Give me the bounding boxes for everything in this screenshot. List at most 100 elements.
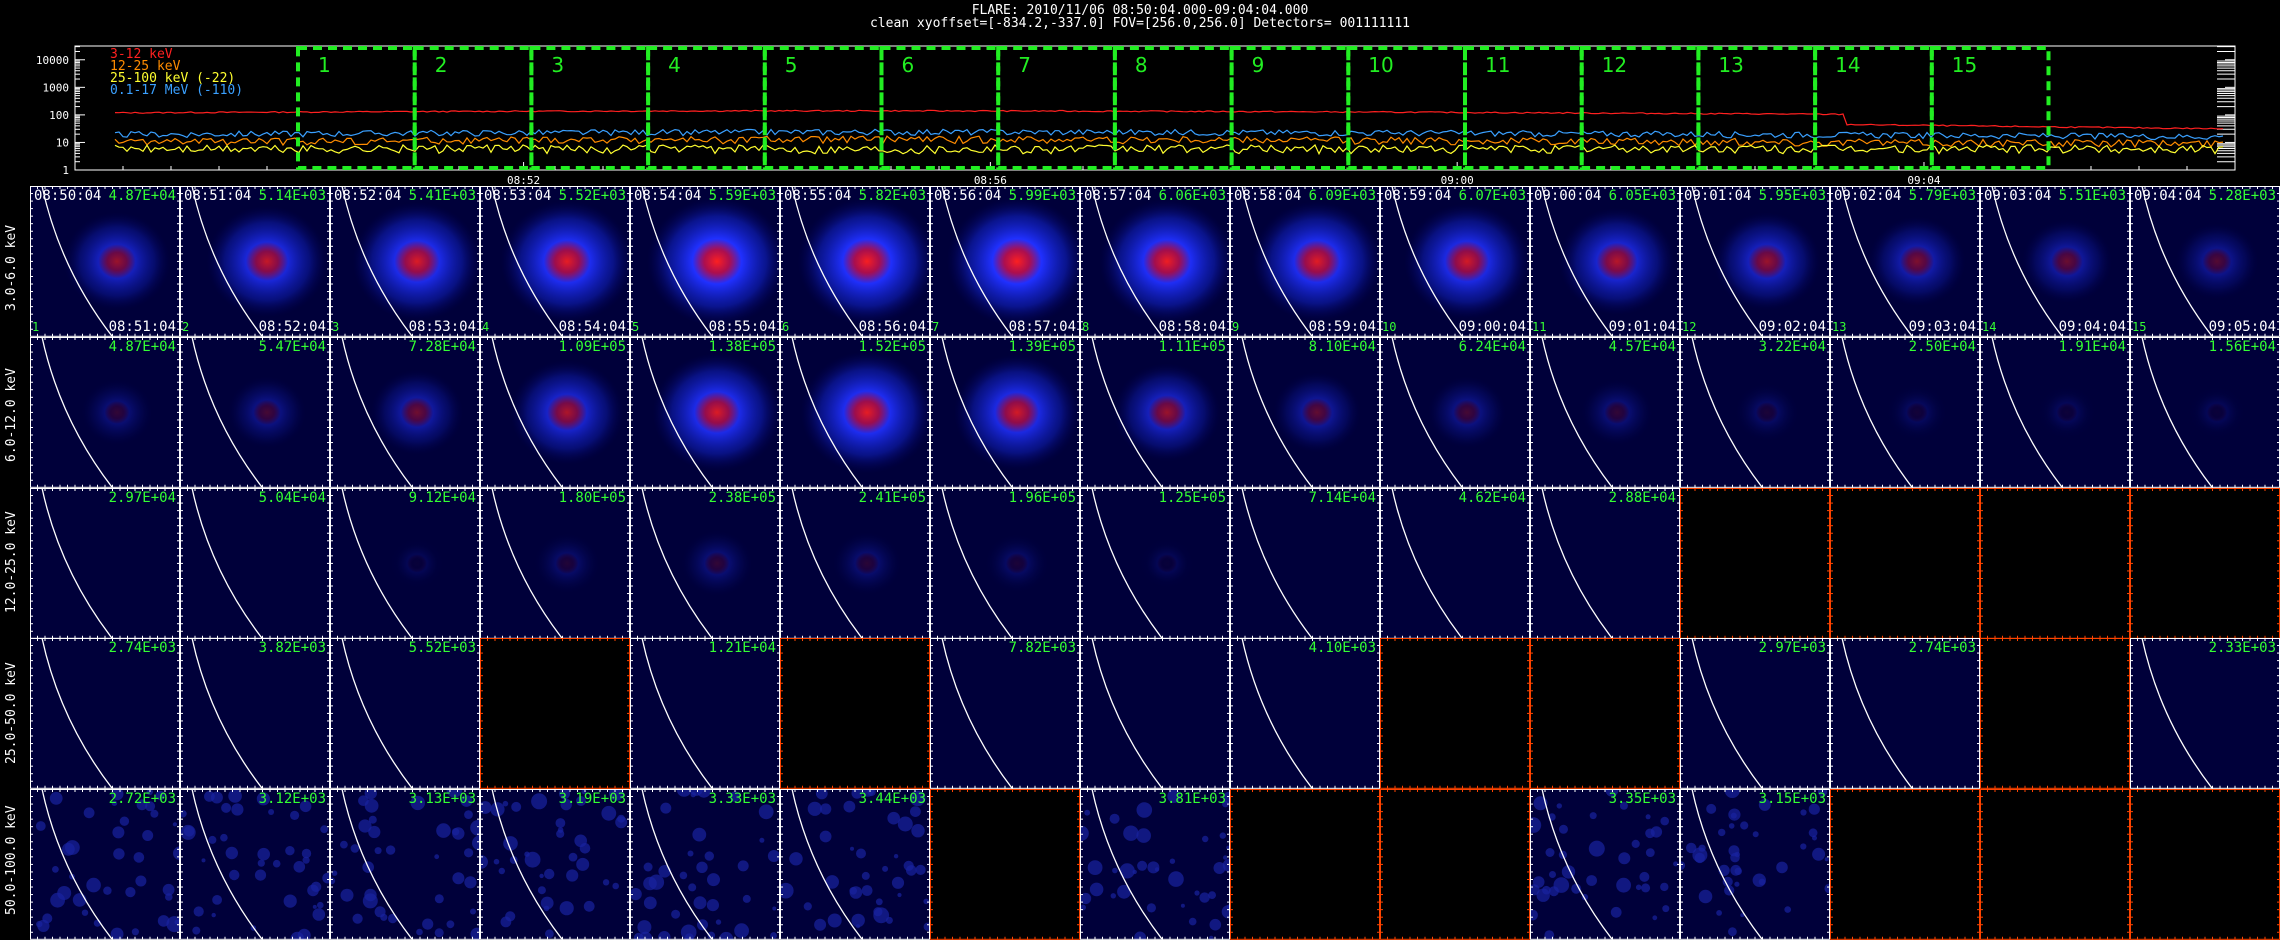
- interval-index: 12: [1682, 319, 1697, 334]
- interval-index: 3: [332, 319, 340, 334]
- peak-value: 4.10E+03: [1308, 640, 1376, 657]
- solar-image: [180, 186, 330, 337]
- solar-image: [180, 336, 330, 488]
- solar-image: [480, 638, 630, 790]
- peak-value: 2.74E+03: [108, 640, 176, 657]
- peak-value: 5.14E+03: [258, 188, 326, 204]
- solar-image: [930, 789, 1080, 940]
- image-cell: 3.19E+03: [480, 789, 630, 940]
- peak-value: 6.07E+03: [1458, 188, 1526, 204]
- interval-index: 15: [2132, 319, 2147, 334]
- solar-image: [1230, 186, 1380, 337]
- peak-value: 2.38E+05: [708, 489, 776, 506]
- solar-image: [180, 638, 330, 790]
- peak-value: 3.44E+03: [858, 791, 926, 808]
- peak-value: 5.41E+03: [408, 188, 476, 204]
- peak-value: 2.88E+04: [1608, 489, 1676, 506]
- interval-box: [1579, 46, 1701, 170]
- peak-value: 8.10E+04: [1308, 338, 1376, 355]
- solar-image: [1830, 186, 1980, 337]
- image-cell: 5.28E+03 09:04:04 09:05:04 15: [2130, 186, 2280, 337]
- interval-label: 1: [318, 53, 331, 77]
- y-tick-label: 10: [56, 136, 69, 149]
- image-cell: [1980, 789, 2130, 940]
- image-cell: 2.38E+05: [630, 487, 780, 639]
- solar-image: [1230, 789, 1380, 940]
- image-cell: [1380, 789, 1530, 940]
- image-cell: [780, 638, 930, 790]
- peak-value: 5.52E+03: [558, 188, 626, 204]
- solar-image: [1080, 487, 1230, 639]
- solar-image: [2130, 487, 2280, 639]
- energy-band-label: 25.0-50.0 keV: [4, 662, 19, 764]
- image-cell: 3.15E+03: [1680, 789, 1830, 940]
- solar-image: [1080, 638, 1230, 790]
- image-cell: [1080, 638, 1230, 790]
- peak-value: 1.09E+05: [558, 338, 626, 355]
- interval-end-time: 09:05:04: [2208, 318, 2276, 335]
- interval-start-time: 09:01:04: [1684, 188, 1752, 204]
- energy-band-label: 3.0-6.0 keV: [4, 225, 19, 312]
- image-cell: 7.14E+04: [1230, 487, 1380, 639]
- interval-index: 5: [632, 319, 640, 334]
- solar-image: [2130, 638, 2280, 790]
- image-cell: [1830, 487, 1980, 639]
- interval-index: 2: [182, 319, 190, 334]
- image-cell: [1530, 638, 1680, 790]
- solar-image: [330, 487, 480, 639]
- interval-box: [1696, 46, 1818, 170]
- image-cell: 4.10E+03: [1230, 638, 1380, 790]
- image-cell: 3.22E+04: [1680, 336, 1830, 488]
- image-cell: 3.33E+03: [630, 789, 780, 940]
- peak-value: 3.82E+03: [258, 640, 326, 657]
- interval-start-time: 08:51:04: [184, 188, 252, 204]
- peak-value: 7.14E+04: [1308, 489, 1376, 506]
- solar-image: [780, 487, 930, 639]
- solar-image: [1680, 638, 1830, 790]
- interval-label: 8: [1135, 53, 1148, 77]
- solar-image: [630, 487, 780, 639]
- image-cell: 1.21E+04: [630, 638, 780, 790]
- lightcurve-trace: [114, 128, 2224, 141]
- interval-index: 7: [932, 319, 940, 334]
- image-cell: 5.59E+03 08:54:04 08:55:04 5: [630, 186, 780, 337]
- peak-value: 3.15E+03: [1758, 791, 1826, 808]
- peak-value: 5.79E+03: [1908, 188, 1976, 204]
- image-cell: 3.12E+03: [180, 789, 330, 940]
- image-cell: 6.05E+03 09:00:04 09:01:04 11: [1530, 186, 1680, 337]
- solar-image: [480, 487, 630, 639]
- image-cell: 1.25E+05: [1080, 487, 1230, 639]
- image-cell: 5.14E+03 08:51:04 08:52:04 2: [180, 186, 330, 337]
- image-cell: 5.52E+03: [330, 638, 480, 790]
- image-cell: 6.24E+04: [1380, 336, 1530, 488]
- peak-value: 5.52E+03: [408, 640, 476, 657]
- interval-end-time: 08:56:04: [858, 318, 926, 335]
- peak-value: 5.51E+03: [2058, 188, 2126, 204]
- solar-image: [1380, 487, 1530, 639]
- interval-end-time: 09:02:04: [1758, 318, 1826, 335]
- interval-start-time: 08:55:04: [784, 188, 852, 204]
- peak-value: 1.39E+05: [1008, 338, 1076, 355]
- peak-value: 5.95E+03: [1758, 188, 1826, 204]
- peak-value: 2.72E+03: [108, 791, 176, 808]
- solar-image: [2130, 186, 2280, 337]
- image-cell: 3.35E+03: [1530, 789, 1680, 940]
- solar-image: [1830, 487, 1980, 639]
- solar-image: [930, 638, 1080, 790]
- interval-index: 10: [1382, 319, 1397, 334]
- solar-image: [630, 789, 780, 940]
- lightcurve-trace: [114, 109, 2224, 130]
- peak-value: 5.28E+03: [2208, 188, 2276, 204]
- interval-box: [996, 46, 1117, 170]
- peak-value: 1.11E+05: [1158, 338, 1226, 355]
- image-cell: 8.10E+04: [1230, 336, 1380, 488]
- energy-band-label: 6.0-12.0 keV: [4, 368, 19, 463]
- image-cell: 1.39E+05: [930, 336, 1080, 488]
- peak-value: 1.21E+04: [708, 640, 776, 657]
- interval-start-time: 08:56:04: [934, 188, 1002, 204]
- interval-end-time: 08:52:04: [258, 318, 326, 335]
- interval-index: 6: [782, 319, 790, 334]
- peak-value: 3.12E+03: [258, 791, 326, 808]
- image-cell: 1.11E+05: [1080, 336, 1230, 488]
- image-cell: 1.80E+05: [480, 487, 630, 639]
